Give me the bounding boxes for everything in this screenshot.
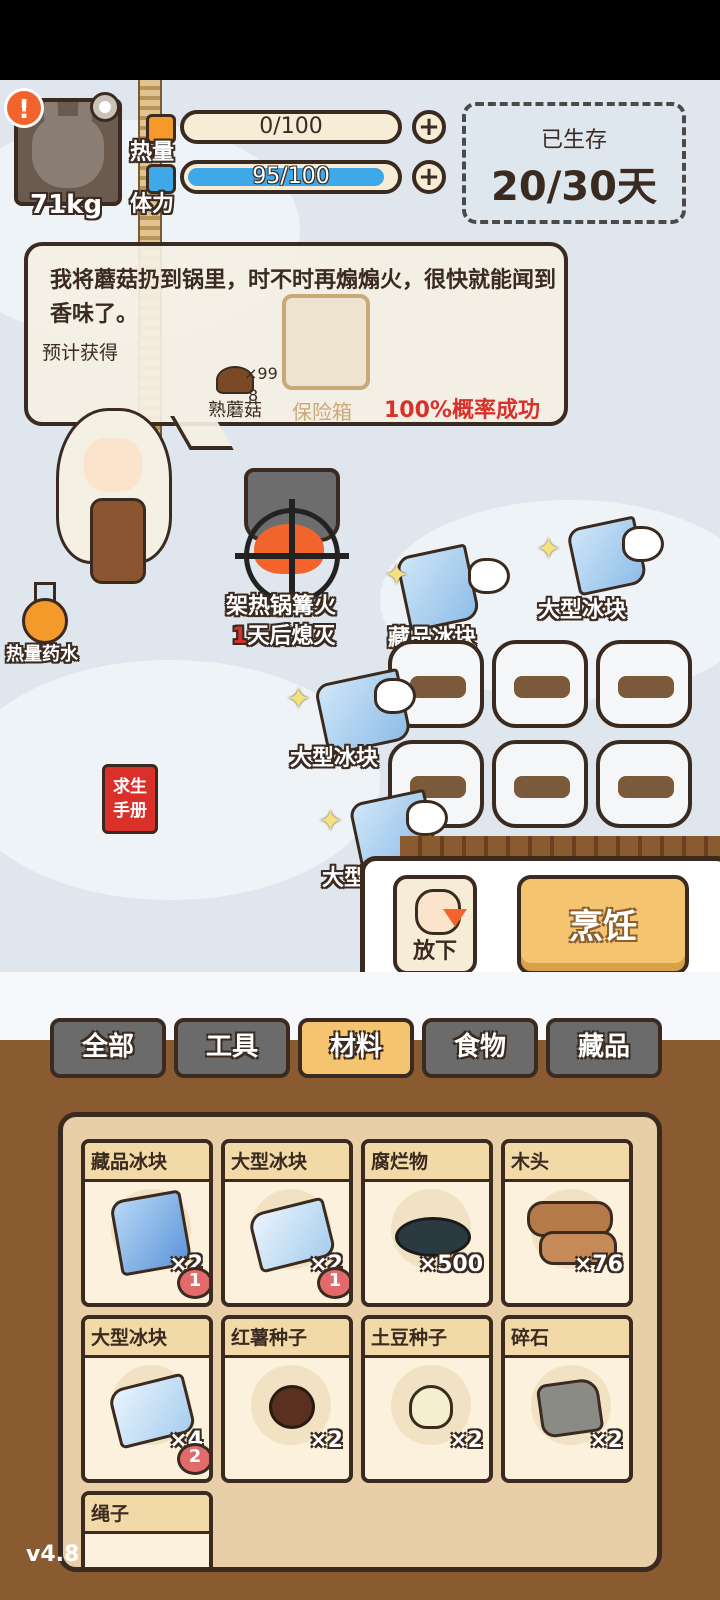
slot-quantity: ×2 [449,1428,483,1453]
tab-materials[interactable]: 材料 [298,1018,414,1078]
slot-quantity: ×2 [589,1428,623,1453]
survival-days-panel: 已生存 20/30天 [462,102,686,224]
slot-name: 腐烂物 [371,1151,429,1173]
slot-name: 藏品冰块 [91,1151,168,1173]
slot-name: 大型冰块 [91,1327,168,1349]
survival-label: 已生存 [540,128,607,153]
drop-label: 放下 [412,939,457,964]
slot-header: 腐烂物 [365,1143,489,1182]
alarm-badge-icon: 1 [177,1267,209,1299]
inventory-slot[interactable]: 红薯种子 ×2 [221,1315,353,1483]
inventory-tabs: 全部 工具 材料 食物 藏品 [50,1018,670,1080]
dialog-bubble: 我将蘑菇扔到锅里，时不时再煽煽火，很快就能闻到香味了。 预计获得 ×99 8 熟… [24,242,568,426]
cook-button[interactable]: 烹饪 [517,875,689,975]
add-heat-button[interactable]: + [412,110,446,144]
potato-seed-icon [409,1385,453,1429]
inventory-slot[interactable]: 木头 ×76 [501,1139,633,1307]
slot-quantity: ×76 [573,1252,623,1277]
sparkle-icon: ✦ [318,804,344,839]
ice-block-label-3: 大型冰块 [290,746,379,771]
inventory-slot[interactable]: 绳子 [81,1491,213,1567]
grab-hand-icon [622,526,664,562]
stamina-bar: 95/100 [180,160,402,194]
slot-header: 大型冰块 [225,1143,349,1182]
survival-manual-button[interactable]: 求生手册 [102,764,158,834]
sparkle-icon: ✦ [536,532,562,567]
slot-header: 碎石 [505,1319,629,1358]
inventory-slot[interactable]: 腐烂物 ×500 [361,1139,493,1307]
survival-days: 20/30天 [491,164,657,210]
inventory-slot[interactable]: 碎石 ×2 [501,1315,633,1483]
ice-block-label-2: 大型冰块 [538,598,627,623]
sparkle-icon: ✦ [286,682,312,717]
stamina-value: 95/100 [252,164,330,189]
mushroom-count: ×99 [244,364,278,383]
player-character[interactable] [56,408,172,584]
sweet-potato-seed-icon [269,1385,315,1429]
campfire-label: 架热锅篝火 [226,594,337,619]
campfire-timer: 1天后熄灭 [232,618,335,650]
heat-potion[interactable] [18,580,68,644]
character-face [84,438,142,492]
inventory-grid: 藏品冰块 ×2 1 大型冰块 ×2 1 腐烂物 ×500 木头 ×76 大型冰块… [58,1112,662,1572]
slot-quantity: ×500 [418,1252,483,1277]
character-body [90,498,146,584]
slot-name: 红薯种子 [231,1327,308,1349]
version-label: v4.8 [26,1542,80,1567]
alert-icon[interactable]: ! [4,88,44,128]
add-stamina-button[interactable]: + [412,160,446,194]
inventory-slot[interactable]: 大型冰块 ×2 1 [221,1139,353,1307]
tab-tools[interactable]: 工具 [174,1018,290,1078]
snow-rock [492,740,588,828]
grab-hand-icon [468,558,510,594]
heat-bar: 0/100 [180,110,402,144]
down-arrow-icon [443,909,467,927]
slot-name: 绳子 [91,1503,130,1525]
tab-collectibles[interactable]: 藏品 [546,1018,662,1078]
slot-name: 大型冰块 [231,1151,308,1173]
inventory-slot[interactable]: 藏品冰块 ×2 1 [81,1139,213,1307]
potion-icon [22,598,68,644]
heat-value: 0/100 [259,114,323,139]
drop-button[interactable]: 放下 [393,875,477,975]
slot-header: 土豆种子 [365,1319,489,1358]
grab-hand-icon [374,678,416,714]
weight-label: 71kg [30,190,103,220]
safe-name: 保险箱 [292,400,352,424]
rabbit-mask-icon [32,102,104,188]
slot-header: 木头 [505,1143,629,1182]
slot-header: 红薯种子 [225,1319,349,1358]
slot-name: 碎石 [511,1327,550,1349]
tab-food[interactable]: 食物 [422,1018,538,1078]
heat-label: 热量 [130,140,175,165]
slot-quantity: ×2 [309,1428,343,1453]
alarm-badge-icon: 2 [177,1443,209,1475]
campfire-timer-days: 1 [232,624,248,649]
stamina-label: 体力 [130,192,175,217]
game-screen: ! 71kg 热量 0/100 + 体力 95/100 + 已生存 20/30天… [0,80,720,1600]
cook-label: 烹饪 [569,907,637,947]
slot-header: 藏品冰块 [85,1143,209,1182]
slot-header: 绳子 [85,1495,209,1534]
inventory-slot[interactable]: 土豆种子 ×2 [361,1315,493,1483]
safe-icon [282,294,370,390]
inventory-slot[interactable]: 大型冰块 ×4 2 [81,1315,213,1483]
alarm-badge-icon: 1 [317,1267,349,1299]
tab-all[interactable]: 全部 [50,1018,166,1078]
expected-label: 预计获得 [42,342,119,364]
campfire-timer-text: 天后熄灭 [247,624,336,649]
grab-hand-icon [406,800,448,836]
success-chance: 100%概率成功 [384,398,540,423]
gear-icon[interactable] [90,92,120,122]
mushroom-name: 熟蘑菇 [208,400,262,421]
slot-name: 土豆种子 [371,1327,448,1349]
rot-icon [395,1217,471,1257]
slot-header: 大型冰块 [85,1319,209,1358]
snow-rock [596,740,692,828]
sparkle-icon: ✦ [384,558,410,593]
potion-label: 热量药水 [6,644,78,665]
snow-rock [596,640,692,728]
slot-name: 木头 [511,1151,550,1173]
snow-rock [492,640,588,728]
